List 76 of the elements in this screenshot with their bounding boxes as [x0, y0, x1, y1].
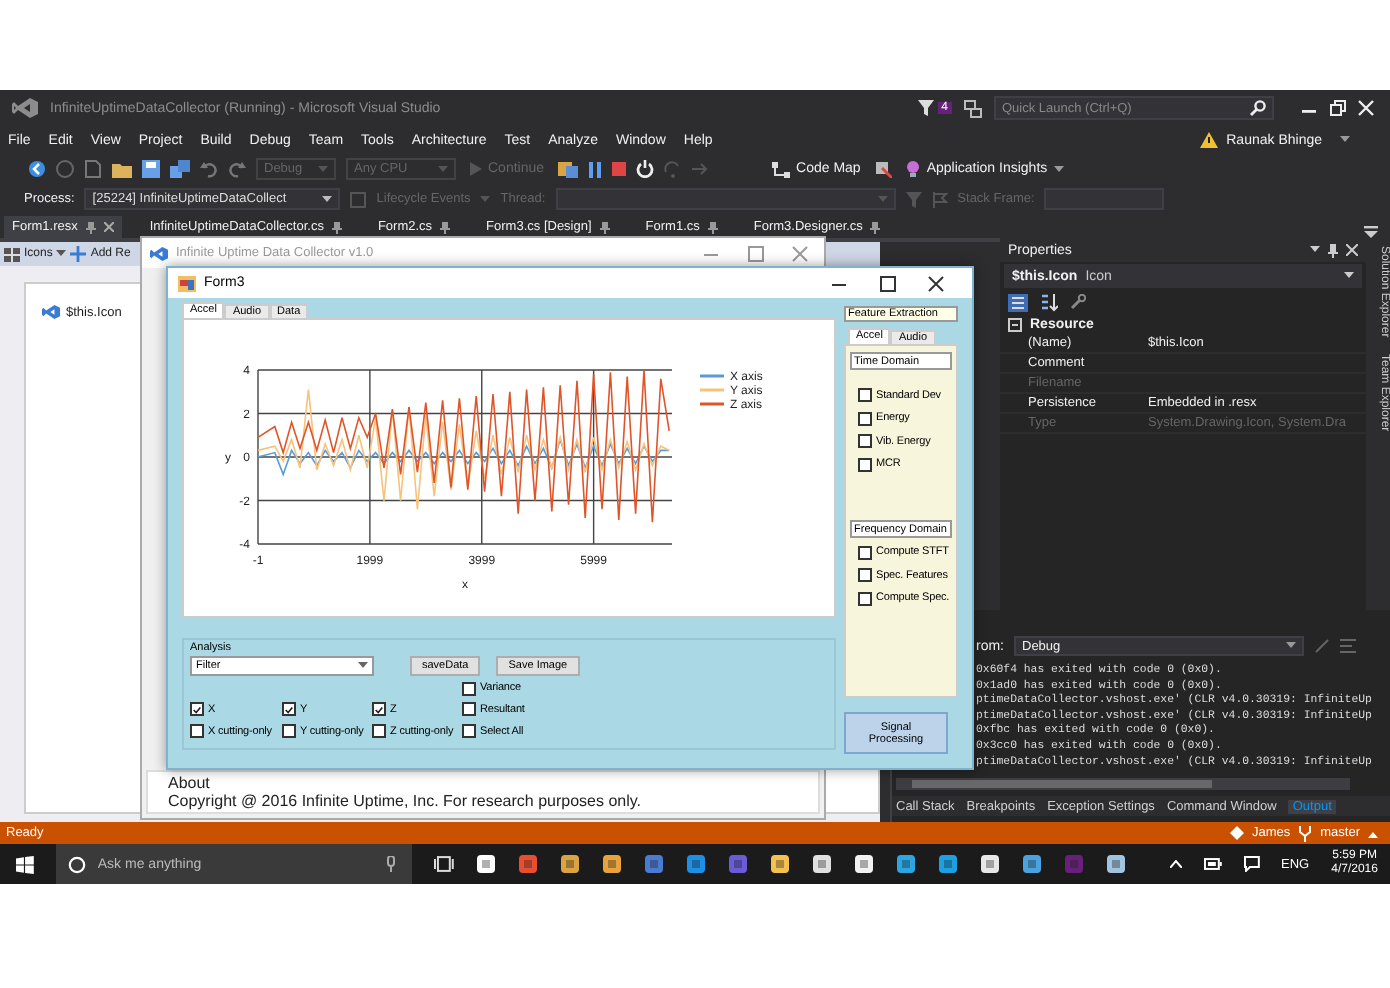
save-all-icon[interactable] [170, 160, 190, 178]
undo-icon[interactable] [200, 160, 218, 178]
light-bulb-icon[interactable] [906, 160, 921, 178]
back-icon[interactable] [28, 160, 46, 178]
pin-icon[interactable] [599, 221, 610, 233]
horizontal-scrollbar[interactable] [896, 778, 1350, 790]
app-icon[interactable] [853, 854, 874, 874]
app-icon[interactable] [559, 854, 580, 874]
app-icon[interactable] [979, 854, 1000, 874]
collapse-icon[interactable] [1008, 317, 1022, 331]
branch-icon [1298, 825, 1313, 841]
legend-line [700, 402, 724, 406]
visual-studio-logo-icon [42, 304, 60, 320]
caret-icon[interactable] [1310, 246, 1320, 254]
microphone-icon[interactable] [385, 856, 396, 872]
app-icon[interactable] [1021, 854, 1042, 874]
close-icon[interactable] [928, 275, 944, 291]
diamond-icon [1229, 826, 1244, 840]
code-map-icon[interactable] [772, 161, 791, 177]
caret-icon[interactable] [1053, 165, 1064, 173]
redo-icon[interactable] [228, 160, 246, 178]
message-icon[interactable] [1243, 856, 1260, 872]
new-file-icon[interactable] [84, 160, 102, 178]
task-view-icon[interactable] [433, 856, 454, 872]
check-icon [192, 703, 202, 715]
pin-icon[interactable] [870, 221, 881, 233]
clear-icon[interactable] [1314, 638, 1330, 654]
feedback-icon[interactable] [964, 99, 982, 117]
pin-icon[interactable] [707, 221, 718, 233]
maximize-icon[interactable] [880, 275, 896, 291]
pin-icon[interactable] [331, 221, 342, 233]
pin-icon[interactable] [85, 221, 96, 233]
app-icon[interactable] [937, 854, 958, 874]
copyright-text: Copyright @ 2016 Infinite Uptime, Inc. For research purposes only. [168, 792, 644, 810]
warning-icon [1200, 132, 1219, 148]
circle-icon[interactable] [67, 855, 86, 873]
caret-icon[interactable] [1344, 272, 1354, 280]
search-icon[interactable] [1250, 100, 1266, 116]
pin-icon[interactable] [440, 221, 451, 233]
stop-icon[interactable] [612, 162, 627, 176]
about-heading: About [168, 774, 212, 792]
app-logo-icon [150, 245, 168, 261]
check-icon [284, 703, 294, 715]
restore-icon[interactable] [1330, 100, 1346, 116]
legend-line [700, 388, 724, 392]
caret-icon[interactable] [358, 662, 368, 670]
save-icon[interactable] [142, 160, 160, 178]
dropdown-icon[interactable] [1364, 226, 1378, 238]
app-icon[interactable] [475, 854, 496, 874]
caret-icon[interactable] [322, 195, 333, 203]
legend-line [700, 374, 724, 378]
app-icon[interactable] [1105, 854, 1126, 874]
caret-icon[interactable] [56, 250, 67, 258]
app-icon[interactable] [811, 854, 832, 874]
grid-icon [4, 247, 20, 261]
app-icon[interactable] [601, 854, 622, 874]
word-wrap-icon[interactable] [1340, 638, 1356, 654]
check-icon [374, 703, 384, 715]
add-icon [70, 246, 87, 262]
alphabetical-icon[interactable] [1040, 293, 1058, 311]
categorized-icon[interactable] [1008, 293, 1028, 311]
caret-icon[interactable] [1286, 642, 1296, 650]
caret-up-icon[interactable] [1169, 860, 1182, 868]
restart-icon[interactable] [636, 160, 655, 178]
app-icon[interactable] [769, 854, 790, 874]
app-icon[interactable] [895, 854, 916, 874]
wrench-icon[interactable] [1070, 294, 1086, 310]
pause-icon[interactable] [588, 161, 603, 177]
filter-icon[interactable] [917, 100, 934, 116]
folder-icon[interactable] [112, 160, 132, 178]
visual-studio-logo-icon [12, 98, 38, 118]
battery-icon[interactable] [1203, 858, 1222, 870]
form-icon [178, 275, 196, 291]
caret-icon[interactable] [1340, 136, 1350, 144]
pin-icon[interactable] [1328, 243, 1338, 257]
windows-logo-icon[interactable] [16, 855, 34, 873]
